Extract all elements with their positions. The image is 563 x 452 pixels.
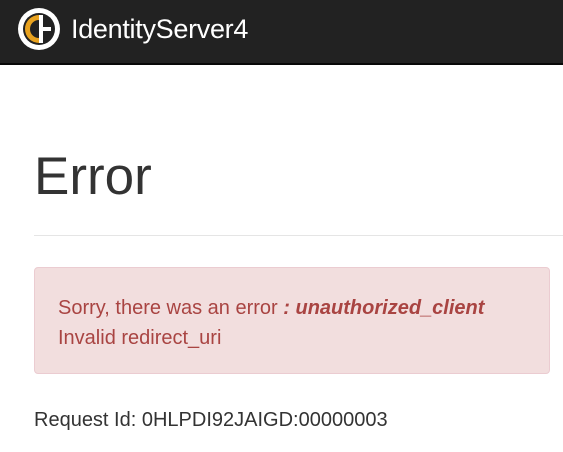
request-id: Request Id: 0HLPDI92JAIGD:00000003 (34, 406, 388, 434)
page-title: Error (34, 147, 152, 206)
error-message-line: Sorry, there was an error : unauthorized… (58, 293, 526, 323)
request-id-label: Request Id: (34, 409, 137, 431)
brand-name[interactable]: IdentityServer4 (71, 7, 248, 51)
navbar: IdentityServer4 (0, 0, 563, 65)
error-alert: Sorry, there was an error : unauthorized… (34, 267, 550, 374)
error-code: : unauthorized_client (283, 297, 485, 319)
navbar-brand[interactable]: IdentityServer4 (17, 7, 248, 51)
page-header: Error (34, 142, 563, 236)
error-message: Sorry, there was an error (58, 297, 278, 319)
identityserver-logo-icon (18, 8, 60, 50)
request-id-value: 0HLPDI92JAIGD:00000003 (141, 409, 388, 431)
error-description: Invalid redirect_uri (58, 327, 222, 349)
